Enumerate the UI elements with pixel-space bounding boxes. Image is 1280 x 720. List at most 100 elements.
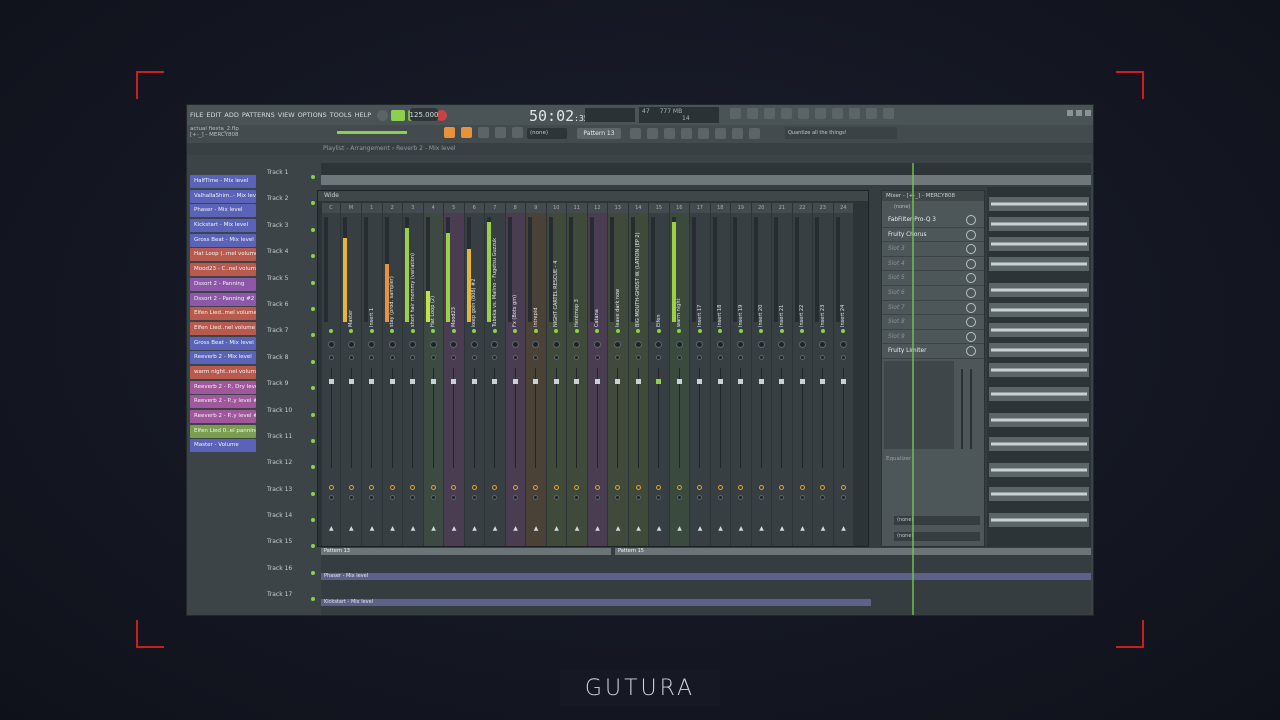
clip-picker-item[interactable]: Master - Volume bbox=[190, 439, 256, 453]
route-arrow-icon[interactable]: ▲ bbox=[534, 525, 539, 532]
fx-slot[interactable]: Slot 8 bbox=[882, 315, 984, 330]
playhead[interactable] bbox=[912, 163, 914, 615]
fx-indicator[interactable] bbox=[574, 485, 580, 490]
cut-icon[interactable] bbox=[747, 108, 758, 119]
fx-indicator[interactable] bbox=[656, 485, 662, 490]
mixer-strip[interactable]: 11 Hentmop 3 ▲ bbox=[567, 203, 587, 546]
stereo-knob[interactable] bbox=[779, 355, 785, 360]
cpu-icon[interactable] bbox=[732, 128, 743, 139]
volume-fader[interactable] bbox=[533, 379, 539, 384]
send-knob[interactable] bbox=[840, 495, 846, 500]
playlist-clip[interactable] bbox=[989, 303, 1089, 317]
tempo-display[interactable]: 125.000 bbox=[410, 108, 438, 121]
pattern-clip-1[interactable]: Pattern 13 bbox=[321, 548, 611, 555]
route-arrow-icon[interactable]: ▲ bbox=[739, 525, 744, 532]
pan-knob[interactable] bbox=[368, 341, 376, 348]
pan-knob[interactable] bbox=[675, 341, 683, 348]
pan-knob[interactable] bbox=[327, 341, 335, 348]
send-knob[interactable] bbox=[512, 495, 518, 500]
menu-item-edit[interactable]: EDIT bbox=[206, 111, 221, 119]
stereo-knob[interactable] bbox=[820, 355, 826, 360]
route-arrow-icon[interactable]: ▲ bbox=[370, 525, 375, 532]
volume-fader[interactable] bbox=[389, 379, 395, 384]
pan-knob[interactable] bbox=[757, 341, 765, 348]
menu-item-tools[interactable]: TOOLS bbox=[330, 111, 352, 119]
mixer-strip[interactable]: 19 Insert 19 ▲ bbox=[731, 203, 751, 546]
playlist-clip[interactable] bbox=[989, 217, 1089, 231]
volume-fader[interactable] bbox=[738, 379, 744, 384]
mixer-strip[interactable]: M Master ▲ bbox=[341, 203, 361, 546]
volume-fader[interactable] bbox=[430, 379, 436, 384]
stereo-knob[interactable] bbox=[758, 355, 764, 360]
stereo-knob[interactable] bbox=[512, 355, 518, 360]
strip-enable-led[interactable] bbox=[615, 329, 620, 333]
fx-slot[interactable]: Slot 4 bbox=[882, 257, 984, 272]
track1-clips[interactable] bbox=[321, 175, 1091, 185]
link-icon[interactable] bbox=[495, 127, 506, 138]
strip-enable-led[interactable] bbox=[329, 329, 333, 333]
playlist-clip[interactable] bbox=[989, 487, 1089, 501]
playlist-clip[interactable] bbox=[989, 463, 1089, 477]
fx-indicator[interactable] bbox=[389, 485, 395, 490]
snap-icon[interactable] bbox=[444, 127, 455, 138]
send-knob[interactable] bbox=[533, 495, 539, 500]
volume-fader[interactable] bbox=[840, 379, 846, 384]
clip-picker-item[interactable]: Dssort 2 - Panning #2 bbox=[190, 292, 256, 306]
mixer-strip[interactable]: 7 Tubeka vs. Malino - Fugetsu Guzzuk ▲ bbox=[485, 203, 505, 546]
fx-indicator[interactable] bbox=[635, 485, 641, 490]
pan-knob[interactable] bbox=[470, 341, 478, 348]
strip-enable-led[interactable] bbox=[800, 329, 805, 333]
clip-picker-item[interactable]: Elfen Lied..nel volume bbox=[190, 321, 256, 335]
stereo-knob[interactable] bbox=[676, 355, 682, 360]
clip-picker-item[interactable]: Reeverb 2 - P..y level #3 bbox=[190, 410, 256, 423]
stereo-knob[interactable] bbox=[799, 355, 805, 360]
stereo-knob[interactable] bbox=[697, 355, 703, 360]
piano-roll-icon[interactable] bbox=[664, 128, 675, 139]
track-header[interactable]: Track 6 bbox=[263, 299, 319, 325]
stereo-knob[interactable] bbox=[471, 355, 477, 360]
strip-enable-led[interactable] bbox=[841, 329, 846, 333]
track-header[interactable]: Track 13 bbox=[263, 484, 319, 510]
mixer-icon[interactable] bbox=[681, 128, 692, 139]
pan-knob[interactable] bbox=[716, 341, 724, 348]
stereo-knob[interactable] bbox=[656, 355, 662, 360]
fx-slot[interactable]: Slot 7 bbox=[882, 301, 984, 316]
pattern-clip-2[interactable]: Pattern 15 bbox=[615, 548, 1091, 555]
route-arrow-icon[interactable]: ▲ bbox=[349, 525, 354, 532]
route-arrow-icon[interactable]: ▲ bbox=[780, 525, 785, 532]
playlist-clip[interactable] bbox=[989, 363, 1089, 377]
pan-knob[interactable] bbox=[634, 341, 642, 348]
strip-enable-led[interactable] bbox=[472, 329, 477, 333]
mixer-strip[interactable]: 16 warm night ▲ bbox=[669, 203, 689, 546]
fx-mix-knob[interactable] bbox=[966, 244, 976, 255]
menu-item-add[interactable]: ADD bbox=[224, 111, 238, 119]
tempo-icon[interactable] bbox=[715, 128, 726, 139]
fx-mix-knob[interactable] bbox=[966, 287, 976, 298]
mixer-strip[interactable]: 9 Intrepid ▲ bbox=[526, 203, 546, 546]
clip-picker-item[interactable]: Kickstart - Mix level bbox=[190, 219, 256, 233]
strip-enable-led[interactable] bbox=[554, 329, 559, 333]
volume-fader[interactable] bbox=[615, 379, 621, 384]
volume-fader[interactable] bbox=[779, 379, 785, 384]
fx-mix-knob[interactable] bbox=[966, 302, 976, 313]
route-arrow-icon[interactable]: ▲ bbox=[472, 525, 477, 532]
clip-picker-item[interactable]: Hat Loop (..mel volume bbox=[190, 248, 256, 262]
route-arrow-icon[interactable]: ▲ bbox=[821, 525, 826, 532]
fx-indicator[interactable] bbox=[348, 485, 354, 490]
clip-picker-item[interactable]: Phaser - Mix level bbox=[190, 204, 256, 218]
volume-fader[interactable] bbox=[656, 379, 662, 384]
fx-indicator[interactable] bbox=[697, 485, 703, 490]
pan-knob[interactable] bbox=[593, 341, 601, 348]
fx-indicator[interactable] bbox=[410, 485, 416, 490]
route-arrow-icon[interactable]: ▲ bbox=[554, 525, 559, 532]
track-header[interactable]: Track 2 bbox=[263, 193, 319, 219]
send-knob[interactable] bbox=[430, 495, 436, 500]
track-header[interactable]: Track 1 bbox=[263, 167, 319, 193]
playlist-clip[interactable] bbox=[989, 413, 1089, 427]
volume-fader[interactable] bbox=[492, 379, 498, 384]
undo-icon[interactable] bbox=[730, 108, 741, 119]
route-arrow-icon[interactable]: ▲ bbox=[636, 525, 641, 532]
pan-knob[interactable] bbox=[573, 341, 581, 348]
route-arrow-icon[interactable]: ▲ bbox=[841, 525, 846, 532]
strip-enable-led[interactable] bbox=[738, 329, 743, 333]
